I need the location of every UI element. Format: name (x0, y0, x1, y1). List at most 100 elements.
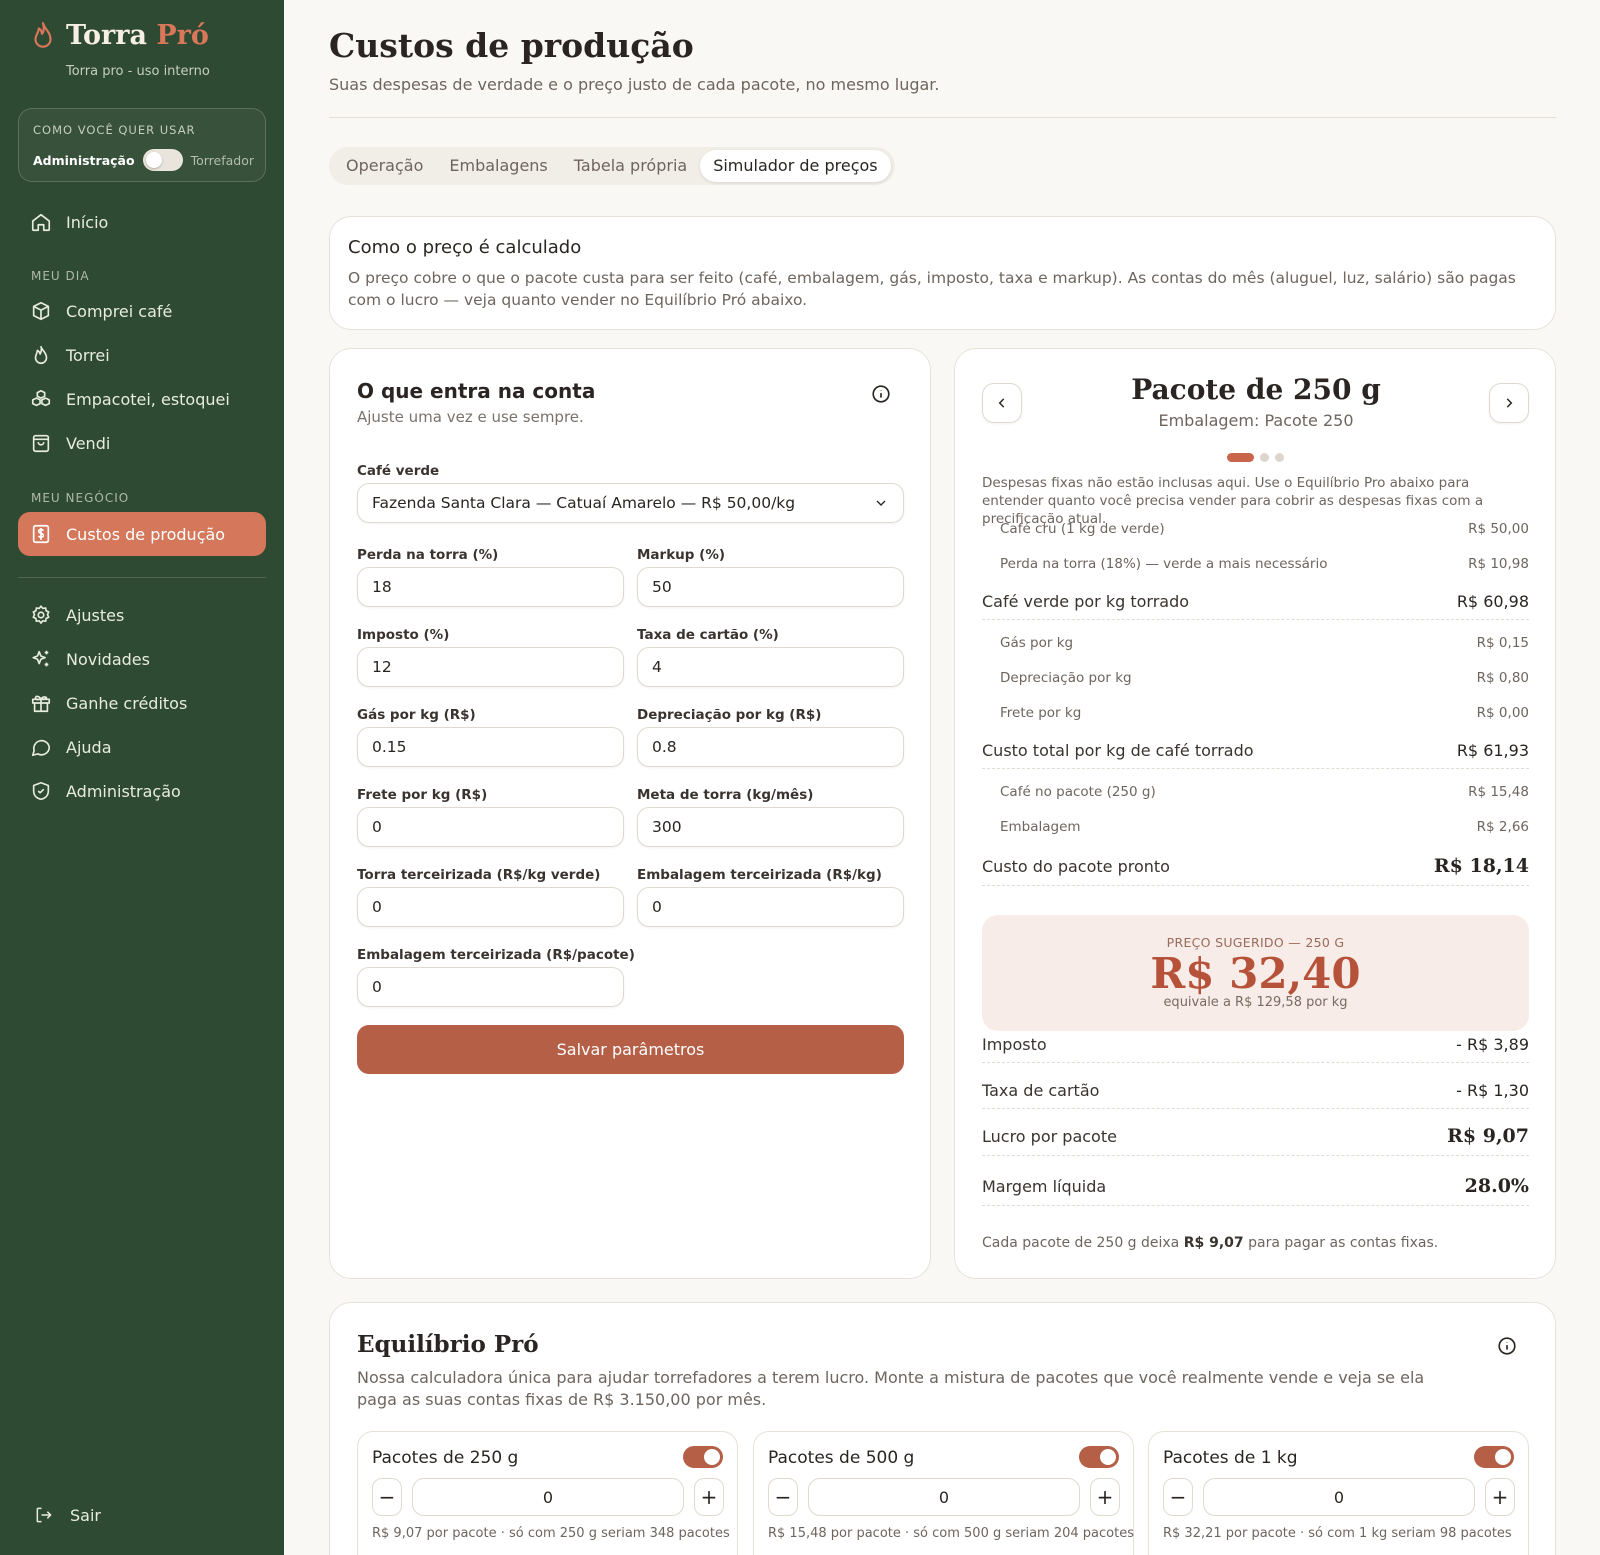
row-value: R$ 15,48 (1468, 784, 1529, 800)
mode-toggle[interactable] (142, 149, 183, 171)
row-value: R$ 9,07 (1447, 1125, 1529, 1147)
save-parameters-button[interactable]: Salvar parâmetros (357, 1025, 904, 1074)
fixed-costs-note: Despesas fixas não estão inclusas aqui. … (982, 475, 1484, 527)
sidebar-item-inicio[interactable]: Início (18, 200, 266, 244)
cost-row-depreciacao: Depreciação por kg R$ 0,80 (982, 670, 1529, 686)
sidebar-divider (18, 577, 266, 578)
taxa-cartao-input[interactable]: 4 (637, 647, 904, 687)
sidebar-item-administracao[interactable]: Administração (18, 769, 266, 813)
row-value: R$ 60,98 (1456, 592, 1529, 611)
increment-button[interactable]: + (1090, 1478, 1120, 1516)
pack-toggle[interactable] (683, 1446, 723, 1468)
pack-quantity-input[interactable]: 0 (808, 1478, 1080, 1516)
frete-input[interactable]: 0 (357, 807, 624, 847)
coffee-select[interactable]: Fazenda Santa Clara — Catuaí Amarelo — R… (357, 483, 904, 523)
info-title: Como o preço é calculado (348, 237, 582, 258)
info-icon[interactable] (870, 383, 892, 405)
sidebar-item-ajustes[interactable]: Ajustes (18, 593, 266, 637)
tab-simulador-precos[interactable]: Simulador de preços (700, 150, 891, 182)
shield-check-icon (32, 781, 50, 801)
logout-button[interactable]: Sair (34, 1505, 101, 1525)
sidebar-item-novidades[interactable]: Novidades (18, 637, 266, 681)
cost-row-margem: Margem líquida 28.0% (982, 1175, 1529, 1206)
cost-row-custo-pacote: Custo do pacote pronto R$ 18,14 (982, 855, 1529, 886)
row-label: Imposto (982, 1035, 1047, 1054)
box-icon (32, 301, 50, 321)
sidebar-item-empacotei[interactable]: Empacotei, estoquei (18, 377, 266, 421)
embalagem-kg-input[interactable]: 0 (637, 887, 904, 927)
sidebar-item-custos-producao[interactable]: Custos de produção (18, 512, 266, 556)
field-label-frete: Frete por kg (R$) (357, 787, 488, 803)
carousel-dot[interactable] (1275, 453, 1284, 462)
sidebar-item-label: Empacotei, estoquei (66, 389, 230, 409)
home-icon (31, 213, 51, 232)
parameters-subtitle: Ajuste uma vez e use sempre. (357, 408, 584, 426)
decrement-button[interactable]: − (1163, 1478, 1193, 1516)
carousel-dot[interactable] (1260, 453, 1269, 462)
perda-torra-input[interactable]: 18 (357, 567, 624, 607)
sidebar-item-ganhe-creditos[interactable]: Ganhe créditos (18, 681, 266, 725)
mode-option-roaster[interactable]: Torrefador (191, 153, 254, 168)
increment-button[interactable]: + (1485, 1478, 1515, 1516)
header-divider (329, 117, 1556, 118)
row-value: R$ 0,15 (1476, 635, 1529, 651)
pack-toggle[interactable] (1079, 1446, 1119, 1468)
pricing-info-card: Como o preço é calculado O preço cobre o… (329, 216, 1556, 330)
boxes-icon (31, 389, 51, 407)
row-label: Frete por kg (1000, 705, 1082, 721)
page-subtitle: Suas despesas de verdade e o preço justo… (329, 75, 940, 94)
cost-row-lucro: Lucro por pacote R$ 9,07 (982, 1125, 1529, 1156)
increment-button[interactable]: + (694, 1478, 724, 1516)
embalagem-pacote-input[interactable]: 0 (357, 967, 624, 1007)
pack-quantity-input[interactable]: 0 (412, 1478, 684, 1516)
pack-note: R$ 9,07 por pacote · só com 250 g seriam… (372, 1526, 730, 1541)
gas-input[interactable]: 0.15 (357, 727, 624, 767)
row-value: 28.0% (1464, 1175, 1529, 1197)
row-label: Lucro por pacote (982, 1126, 1117, 1146)
cost-row-embalagem: Embalagem R$ 2,66 (982, 819, 1529, 835)
mode-option-admin[interactable]: Administração (33, 153, 135, 168)
sidebar-item-label: Torrei (66, 345, 110, 365)
sidebar-item-comprei-cafe[interactable]: Comprei café (18, 289, 266, 333)
pack-name: Pacotes de 1 kg (1163, 1448, 1298, 1468)
info-icon[interactable] (1496, 1335, 1518, 1357)
suggested-price-label: PREÇO SUGERIDO — 250 G (1166, 935, 1345, 950)
row-value: R$ 18,14 (1433, 855, 1529, 877)
pack-name: Pacotes de 500 g (768, 1448, 915, 1468)
brand-subtitle: Torra pro - uso interno (66, 64, 210, 79)
sidebar-item-label: Custos de produção (66, 524, 226, 544)
sidebar-item-label: Ajuda (66, 737, 112, 757)
sidebar-item-ajuda[interactable]: Ajuda (18, 725, 266, 769)
cost-row-taxa: Taxa de cartão - R$ 1,30 (982, 1081, 1529, 1109)
imposto-input[interactable]: 12 (357, 647, 624, 687)
row-value: R$ 0,80 (1476, 670, 1529, 686)
row-value: R$ 10,98 (1468, 556, 1529, 572)
sidebar-item-vendi[interactable]: Vendi (18, 421, 266, 465)
torra-terceirizada-input[interactable]: 0 (357, 887, 624, 927)
field-label-torra-terceirizada: Torra terceirizada (R$/kg verde) (357, 867, 601, 883)
pack-toggle[interactable] (1474, 1446, 1514, 1468)
coffee-select-label: Café verde (357, 463, 440, 479)
row-value: R$ 61,93 (1456, 741, 1529, 760)
pack-name: Pacotes de 250 g (372, 1448, 519, 1468)
decrement-button[interactable]: − (372, 1478, 402, 1516)
tab-operacao[interactable]: Operação (333, 150, 436, 182)
markup-input[interactable]: 50 (637, 567, 904, 607)
row-value: R$ 50,00 (1468, 521, 1529, 537)
info-text: O preço cobre o que o pacote custa para … (348, 269, 1516, 309)
field-label-taxa-cartao: Taxa de cartão (%) (637, 627, 779, 643)
package-subtitle: Embalagem: Pacote 250 (1158, 411, 1354, 430)
depreciacao-input[interactable]: 0.8 (637, 727, 904, 767)
brand-logo[interactable]: Torra Pró (30, 20, 209, 51)
pack-quantity-input[interactable]: 0 (1203, 1478, 1475, 1516)
sidebar: Torra Pró Torra pro - uso interno COMO V… (0, 0, 284, 1555)
tab-embalagens[interactable]: Embalagens (436, 150, 560, 182)
tab-tabela-propria[interactable]: Tabela própria (561, 150, 700, 182)
meta-torra-input[interactable]: 300 (637, 807, 904, 847)
sparkles-icon (32, 650, 49, 667)
decrement-button[interactable]: − (768, 1478, 798, 1516)
sidebar-item-torrei[interactable]: Torrei (18, 333, 266, 377)
carousel-dots (1227, 453, 1284, 462)
carousel-dot-active[interactable] (1227, 453, 1254, 462)
field-label-depreciacao: Depreciação por kg (R$) (637, 707, 822, 723)
